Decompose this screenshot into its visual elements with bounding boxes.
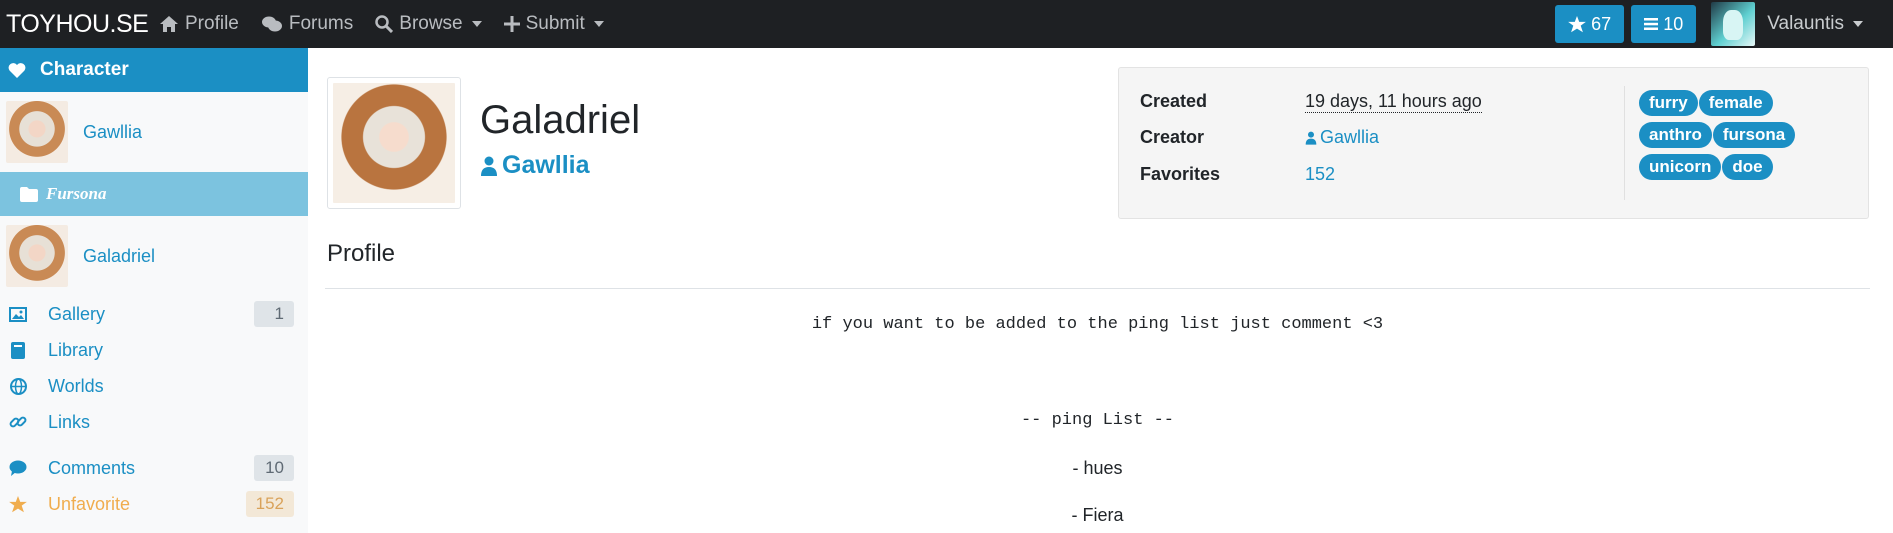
sidebar-item-worlds[interactable]: Worlds bbox=[0, 368, 308, 404]
sidebar-character[interactable]: Galadriel bbox=[0, 216, 308, 296]
nav-profile-label: Profile bbox=[185, 13, 239, 34]
tag-unicorn[interactable]: unicorn bbox=[1639, 154, 1722, 180]
character-info-panel: Created 19 days, 11 hours ago Creator Ga… bbox=[1118, 67, 1869, 219]
creator-label: Creator bbox=[1140, 127, 1205, 147]
folder-icon bbox=[20, 186, 38, 202]
tag-anthro[interactable]: anthro bbox=[1639, 122, 1712, 148]
user-icon bbox=[1305, 131, 1317, 145]
sidebar-folder-label: Fursona bbox=[46, 184, 107, 203]
chevron-down-icon bbox=[1853, 21, 1863, 27]
tag-furry[interactable]: furry bbox=[1639, 90, 1698, 116]
sidebar-item-comments[interactable]: Comments 10 bbox=[0, 450, 308, 486]
created-value: 19 days, 11 hours ago bbox=[1305, 91, 1482, 113]
nav-submit-label: Submit bbox=[525, 13, 585, 34]
book-icon bbox=[11, 341, 25, 359]
comment-icon bbox=[9, 460, 27, 476]
tag-female[interactable]: female bbox=[1698, 90, 1773, 116]
tag-list: furry female anthro fursona unicorn doe bbox=[1639, 90, 1859, 186]
nav-submit[interactable]: Submit bbox=[493, 0, 615, 48]
heart-icon bbox=[8, 63, 26, 78]
sidebar-item-links[interactable]: Links bbox=[0, 404, 308, 440]
top-navbar: TOYHOU.SE Profile Forums Browse Submit 6… bbox=[0, 0, 1893, 48]
created-label: Created bbox=[1140, 91, 1208, 111]
gallery-count: 1 bbox=[254, 301, 294, 327]
home-icon bbox=[160, 16, 178, 32]
globe-icon bbox=[9, 377, 27, 395]
info-favorites: Favorites 152 bbox=[1140, 164, 1335, 185]
sidebar-owner-label: Gawllia bbox=[83, 121, 143, 142]
sidebar-item-label: Comments bbox=[48, 457, 136, 478]
info-creator: Creator Gawllia bbox=[1140, 127, 1379, 148]
sidebar-item-library[interactable]: Library bbox=[0, 332, 308, 368]
nav-forums[interactable]: Forums bbox=[250, 0, 364, 48]
user-avatar[interactable] bbox=[1711, 2, 1756, 46]
character-name: Galadriel bbox=[480, 98, 641, 142]
search-icon bbox=[375, 15, 394, 33]
favorites-button[interactable]: 67 bbox=[1555, 5, 1625, 43]
profile-heading: Profile bbox=[327, 240, 396, 267]
nav-forums-label: Forums bbox=[288, 13, 354, 34]
owner-avatar bbox=[6, 101, 68, 163]
site-logo[interactable]: TOYHOU.SE bbox=[0, 10, 149, 39]
character-image[interactable] bbox=[327, 77, 461, 209]
tag-fursona[interactable]: fursona bbox=[1712, 122, 1796, 148]
sidebar-folder[interactable]: Fursona bbox=[0, 172, 308, 216]
list-icon bbox=[1644, 18, 1659, 30]
username: Valauntis bbox=[1767, 13, 1844, 34]
favorites-count: 67 bbox=[1591, 13, 1612, 34]
star-icon bbox=[9, 495, 27, 512]
favorites-count: 152 bbox=[245, 491, 294, 517]
sidebar-header[interactable]: Character bbox=[0, 48, 308, 92]
character-creator-name: Gawllia bbox=[502, 151, 590, 179]
lists-count: 10 bbox=[1663, 13, 1684, 34]
nav-browse[interactable]: Browse bbox=[364, 0, 492, 48]
user-menu[interactable]: Valauntis bbox=[1767, 13, 1863, 35]
favorites-label: Favorites bbox=[1140, 164, 1221, 184]
creator-value: Gawllia bbox=[1320, 127, 1380, 147]
sidebar-item-gallery[interactable]: Gallery 1 bbox=[0, 296, 308, 332]
profile-text-line: if you want to be added to the ping list… bbox=[811, 315, 1384, 334]
nav-profile[interactable]: Profile bbox=[148, 0, 250, 48]
user-icon bbox=[481, 156, 497, 176]
main-content: Galadriel Gawllia Created 19 days, 11 ho… bbox=[308, 48, 1893, 533]
creator-link[interactable]: Gawllia bbox=[1305, 127, 1379, 148]
favorites-value[interactable]: 152 bbox=[1305, 164, 1335, 185]
profile-text-line: - Fiera bbox=[1071, 505, 1124, 525]
nav-right-group: 67 10 Valauntis bbox=[1555, 0, 1893, 48]
sidebar: Character Gawllia Fursona Galadriel Gall… bbox=[0, 48, 308, 533]
comments-icon bbox=[261, 16, 282, 32]
sidebar-item-unfavorite[interactable]: Unfavorite 152 bbox=[0, 486, 308, 522]
profile-text-line: - hues bbox=[1072, 458, 1123, 478]
chevron-down-icon bbox=[593, 21, 604, 27]
profile-divider bbox=[325, 288, 1870, 289]
info-created: Created 19 days, 11 hours ago bbox=[1140, 91, 1482, 113]
character-creator-link[interactable]: Gawllia bbox=[480, 151, 590, 180]
lists-button[interactable]: 10 bbox=[1631, 5, 1697, 43]
link-icon bbox=[9, 416, 27, 428]
sidebar-item-label: Library bbox=[48, 339, 104, 360]
profile-text-line: -- ping List -- bbox=[1020, 411, 1175, 430]
sidebar-item-label: Links bbox=[48, 411, 91, 432]
sidebar-header-label: Character bbox=[40, 59, 129, 80]
comments-count: 10 bbox=[254, 455, 294, 481]
sidebar-item-label: Gallery bbox=[48, 303, 106, 324]
tag-doe[interactable]: doe bbox=[1722, 154, 1773, 180]
sidebar-character-label: Galadriel bbox=[83, 245, 156, 266]
divider bbox=[1624, 86, 1625, 200]
star-icon bbox=[1568, 15, 1587, 32]
sidebar-owner[interactable]: Gawllia bbox=[0, 92, 308, 172]
sidebar-item-label: Unfavorite bbox=[48, 493, 131, 514]
plus-icon bbox=[503, 16, 520, 32]
character-thumb bbox=[6, 225, 68, 287]
sidebar-item-label: Worlds bbox=[48, 375, 104, 396]
nav-browse-label: Browse bbox=[399, 13, 463, 34]
chevron-down-icon bbox=[471, 21, 482, 27]
image-icon bbox=[9, 306, 27, 322]
